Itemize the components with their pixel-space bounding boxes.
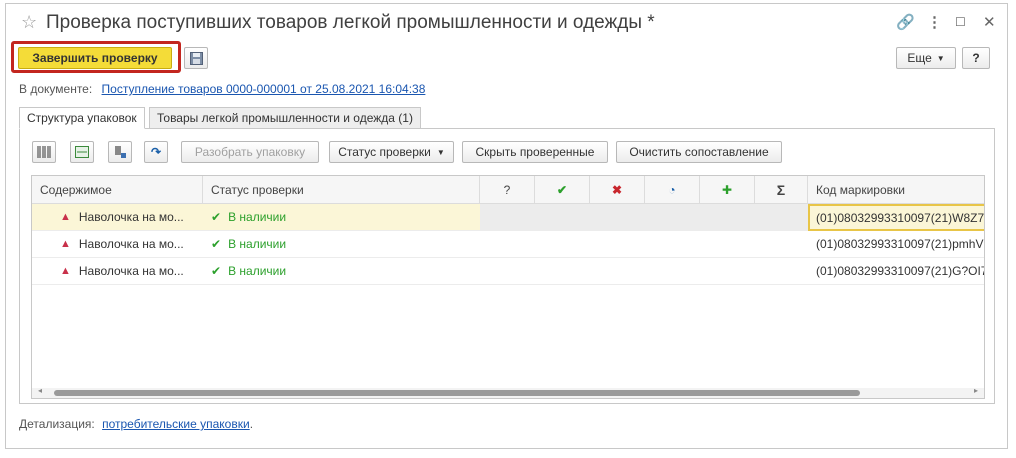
- scan-icon[interactable]: [70, 141, 94, 163]
- table-row-status[interactable]: ✔ В наличии: [203, 258, 480, 285]
- table-row-counters: [480, 204, 808, 231]
- table-row-content[interactable]: ▲ Наволочка на мо...: [32, 204, 203, 231]
- document-link[interactable]: Поступление товаров 0000-000001 от 25.08…: [102, 82, 426, 96]
- column-header-check-icon[interactable]: ✔: [535, 176, 590, 204]
- scrollbar-thumb[interactable]: [54, 390, 860, 396]
- more-label: Еще: [907, 51, 932, 65]
- table-row-code[interactable]: (01)08032993310097(21)W8Z7¢: [808, 204, 984, 231]
- check-icon: ✔: [211, 210, 222, 224]
- details-suffix: .: [249, 417, 254, 431]
- column-header-plus-icon[interactable]: ✚: [700, 176, 755, 204]
- dress-icon: ▲: [60, 265, 71, 277]
- horizontal-scrollbar[interactable]: ◂ ▸: [32, 386, 984, 398]
- chevron-down-icon: ▼: [436, 147, 445, 157]
- table-row-status[interactable]: ✔ В наличии: [203, 231, 480, 258]
- column-header-content[interactable]: Содержимое: [32, 176, 203, 204]
- status-check-label: Статус проверки: [338, 145, 431, 159]
- barcode-icon[interactable]: [32, 141, 56, 163]
- details-link[interactable]: потребительские упаковки: [102, 417, 250, 431]
- unpack-button[interactable]: Разобрать упаковку: [181, 141, 319, 163]
- document-label: В документе:: [19, 82, 93, 96]
- maximize-icon[interactable]: ☐: [955, 15, 966, 29]
- chevron-down-icon: ▼: [936, 53, 945, 63]
- table-row-code[interactable]: (01)08032993310097(21)pmhV': [808, 231, 984, 258]
- column-header-code[interactable]: Код маркировки: [808, 176, 984, 204]
- scroll-right-icon[interactable]: ▸: [974, 386, 978, 395]
- more-icon[interactable]: ⋮: [927, 13, 942, 31]
- dress-icon: ▲: [60, 211, 71, 223]
- table-row-content[interactable]: ▲ Наволочка на мо...: [32, 231, 203, 258]
- save-icon: [189, 51, 203, 65]
- finish-check-button[interactable]: Завершить проверку: [18, 47, 172, 69]
- column-header-status[interactable]: Статус проверки: [203, 176, 480, 204]
- title-bar: ☆ Проверка поступивших товаров легкой пр…: [6, 4, 1007, 42]
- column-header-cross-icon[interactable]: ✖: [590, 176, 645, 204]
- tab-light-industry-goods[interactable]: Товары легкой промышленности и одежда (1…: [149, 107, 421, 129]
- hide-checked-button[interactable]: Скрыть проверенные: [462, 141, 608, 163]
- column-header-question[interactable]: ?: [480, 176, 535, 204]
- dress-icon: ▲: [60, 238, 71, 250]
- details-label: Детализация:: [19, 417, 95, 431]
- scroll-left-icon[interactable]: ◂: [38, 386, 42, 395]
- star-icon[interactable]: ☆: [21, 12, 37, 33]
- help-button[interactable]: ?: [962, 47, 990, 69]
- table-row-counters: [480, 258, 808, 285]
- details-row: Детализация: потребительские упаковки.: [19, 417, 253, 431]
- check-icon: ✔: [211, 264, 222, 278]
- link-icon[interactable]: 🔗: [896, 13, 915, 31]
- column-header-progress-icon[interactable]: ◔: [645, 176, 700, 204]
- window-title: Проверка поступивших товаров легкой пром…: [46, 12, 655, 33]
- more-button[interactable]: Еще ▼: [896, 47, 956, 69]
- packaging-table[interactable]: Содержимое Статус проверки ? ✔ ✖ ◔ ✚ Σ К…: [31, 175, 985, 399]
- clear-match-button[interactable]: Очистить сопоставление: [616, 141, 782, 163]
- table-row-status[interactable]: ✔ В наличии: [203, 204, 480, 231]
- document-row: В документе: Поступление товаров 0000-00…: [19, 82, 425, 96]
- table-row-code[interactable]: (01)08032993310097(21)G?OI7: [808, 258, 984, 285]
- scanner-icon[interactable]: [108, 141, 132, 163]
- check-icon: ✔: [211, 237, 222, 251]
- save-button[interactable]: [184, 47, 208, 69]
- refresh-icon[interactable]: ↷: [144, 141, 168, 163]
- tab-packaging-structure[interactable]: Структура упаковок: [19, 107, 145, 129]
- table-row-content[interactable]: ▲ Наволочка на мо...: [32, 258, 203, 285]
- close-icon[interactable]: ✕: [983, 13, 996, 31]
- tab-panel: ↷ Разобрать упаковку Статус проверки ▼ С…: [19, 128, 995, 404]
- column-header-sigma-icon[interactable]: Σ: [755, 176, 808, 204]
- status-check-dropdown[interactable]: Статус проверки ▼: [329, 141, 454, 163]
- check-window: ☆ Проверка поступивших товаров легкой пр…: [5, 3, 1008, 449]
- table-row-counters: [480, 231, 808, 258]
